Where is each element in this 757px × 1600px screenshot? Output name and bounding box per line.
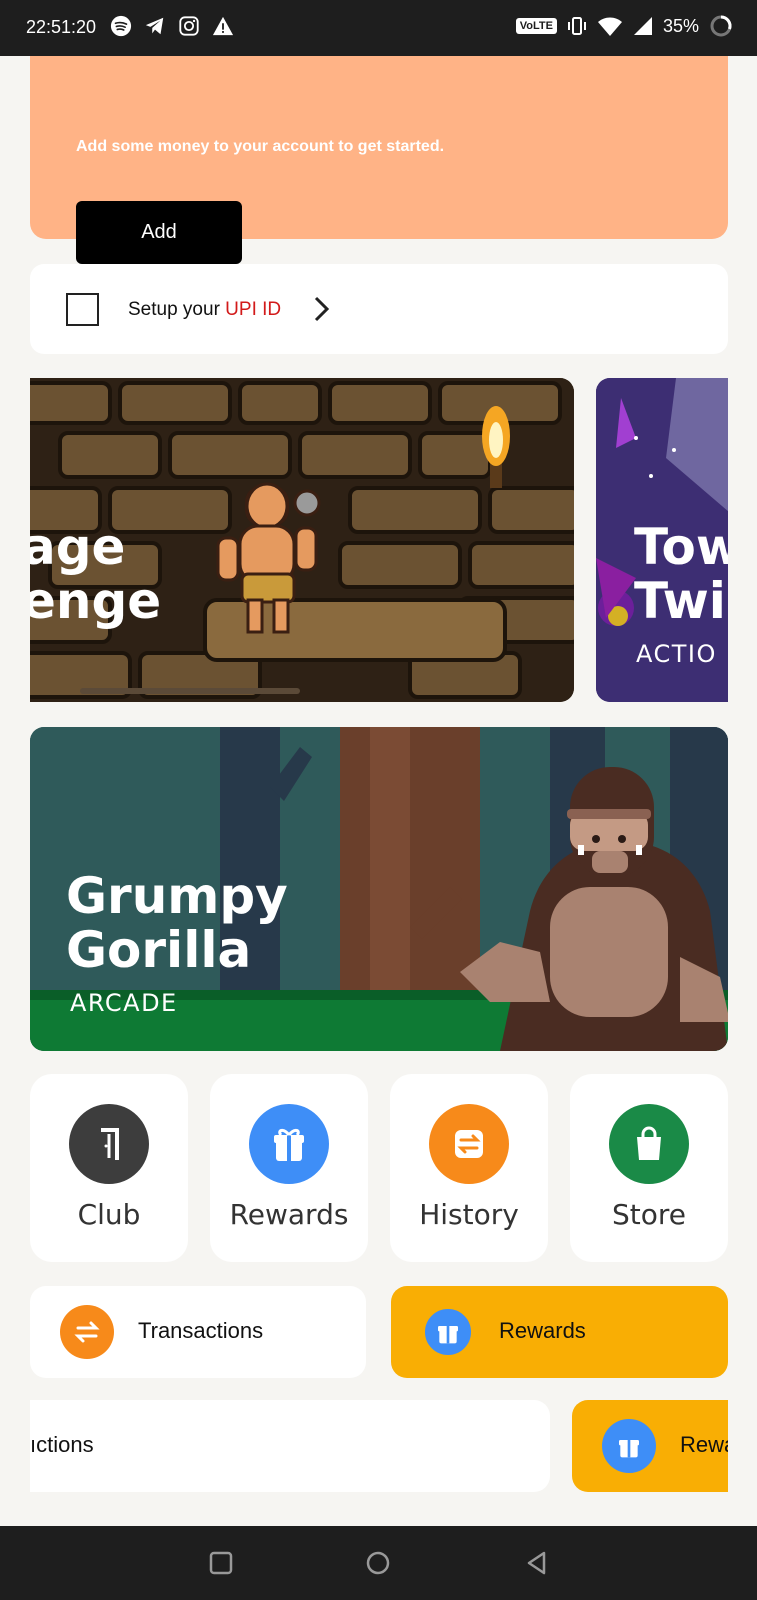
system-nav-bar — [0, 1526, 757, 1600]
gorilla-title-line1: Grumpy — [66, 867, 288, 925]
status-bar: 22:51:20 VoLTE 35% — [0, 0, 757, 56]
rewards-chip[interactable]: Rewards — [391, 1286, 728, 1378]
tower-title: Tow Twi — [634, 520, 728, 628]
vibrate-icon — [567, 17, 586, 35]
gift-icon — [249, 1104, 329, 1184]
upi-label: Setup your UPI ID — [128, 299, 281, 321]
telegram-icon — [145, 17, 164, 35]
caveman-title-line2: enge — [30, 572, 162, 630]
store-label: Store — [611, 1198, 686, 1231]
game-banner-caveman[interactable]: age enge — [30, 378, 574, 702]
recent-apps-icon[interactable] — [206, 1548, 236, 1578]
rewards-label: Rewards — [229, 1198, 349, 1231]
back-icon[interactable] — [522, 1548, 552, 1578]
main-content[interactable]: Add some money to your account to get st… — [0, 56, 757, 1526]
rewards-chip-scrolled[interactable]: Rewa — [572, 1400, 728, 1492]
tower-title-line2: Twi — [634, 572, 726, 630]
transactions-label: Transactions — [138, 1318, 264, 1343]
battery-ring-icon — [710, 15, 732, 37]
club-door-icon — [69, 1104, 149, 1184]
gorilla-category: ARCADE — [70, 989, 178, 1017]
wifi-icon — [597, 17, 622, 36]
history-label: History — [419, 1198, 519, 1231]
tower-category: ACTIO — [636, 640, 717, 668]
quick-link-store[interactable]: Store — [570, 1074, 728, 1262]
chevron-right-icon — [314, 296, 330, 322]
rewards-scrolled-label: Rewa — [680, 1432, 728, 1457]
quick-link-club[interactable]: Club — [30, 1074, 188, 1262]
transactions-chip[interactable]: Transactions — [30, 1286, 366, 1378]
club-label: Club — [77, 1198, 141, 1231]
warning-icon — [212, 16, 234, 36]
tower-title-line1: Tow — [634, 518, 728, 576]
signal-icon — [633, 17, 652, 35]
game-banner-grumpy-gorilla[interactable]: Grumpy Gorilla ARCADE — [30, 727, 728, 1051]
quick-link-rewards[interactable]: Rewards — [210, 1074, 368, 1262]
upi-setup-card[interactable]: Setup your UPI ID — [30, 264, 728, 354]
shopping-bag-icon — [609, 1104, 689, 1184]
status-time: 22:51:20 — [26, 17, 97, 37]
notification-icons — [110, 15, 234, 37]
exchange-icon — [60, 1305, 114, 1359]
exchange-icon — [429, 1104, 509, 1184]
gift-icon — [602, 1419, 656, 1473]
wallet-card: Add some money to your account to get st… — [30, 56, 728, 264]
gorilla-title: Grumpy Gorilla — [66, 869, 288, 977]
rewards-chip-label: Rewards — [499, 1318, 586, 1343]
home-icon[interactable] — [363, 1548, 393, 1578]
transactions-scrolled-label: ıctions — [30, 1432, 94, 1457]
instagram-icon — [179, 16, 199, 36]
upi-checkbox[interactable] — [66, 293, 99, 326]
system-status: VoLTE 35% — [515, 14, 733, 38]
gift-icon — [421, 1305, 475, 1359]
volte-badge: VoLTE — [515, 18, 557, 34]
game-banner-tower[interactable]: Tow Twi ACTIO — [596, 378, 728, 702]
upi-label-prefix: Setup your — [128, 299, 226, 320]
battery-percent: 35% — [662, 15, 699, 36]
spotify-icon — [110, 15, 132, 37]
wallet-message: Add some money to your account to get st… — [76, 138, 445, 155]
caveman-title-line1: age — [30, 518, 126, 576]
quick-link-history[interactable]: History — [390, 1074, 548, 1262]
transactions-chip-scrolled[interactable]: ıctions — [30, 1400, 550, 1492]
add-money-button[interactable]: Add — [76, 201, 242, 264]
gorilla-title-line2: Gorilla — [66, 921, 252, 979]
caveman-title: age enge — [30, 520, 161, 628]
upi-id-highlight: UPI ID — [225, 299, 282, 320]
